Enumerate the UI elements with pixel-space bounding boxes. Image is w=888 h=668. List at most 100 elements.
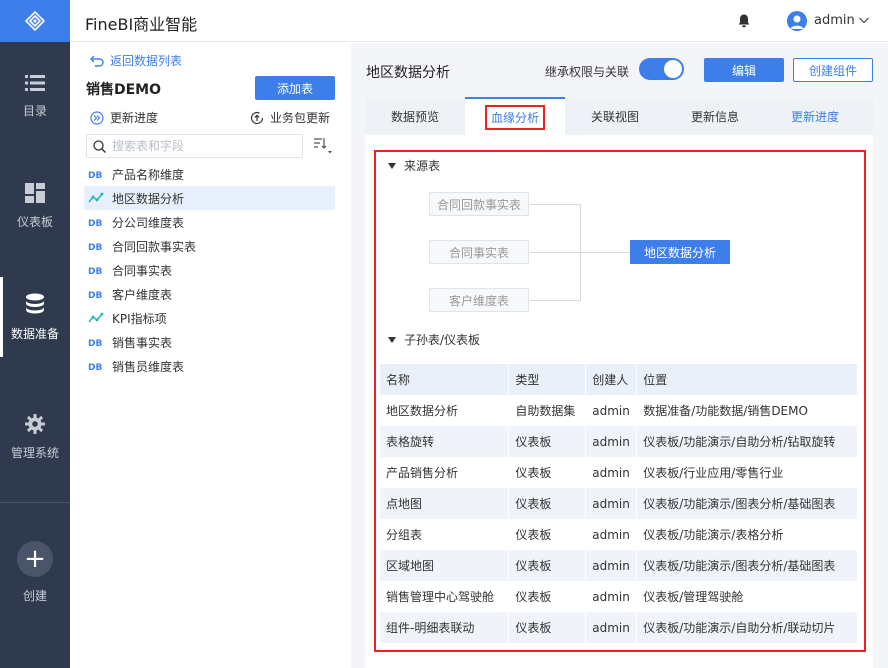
bell-icon[interactable] (738, 14, 750, 28)
table-name: 销售事实表 (112, 335, 173, 350)
inherit-label: 继承权限与关联 (545, 65, 630, 79)
tab-bar: 数据预览 血缘分析 关联视图 更新信息 更新进度 (365, 97, 873, 135)
toggle-knob (664, 60, 682, 78)
list-item[interactable]: DB 合同回款事实表 (84, 234, 335, 258)
child-table: 名称 类型 创建人 位置 地区数据分析 自助数据集 admin 数据准备/功能数… (380, 364, 858, 643)
source-node[interactable]: 合同回款事实表 (429, 192, 529, 216)
tab-update-progress[interactable]: 更新进度 (765, 97, 865, 135)
analysis-table-icon (88, 192, 104, 203)
svg-text:DB: DB (88, 267, 102, 275)
caret-down-icon (388, 336, 396, 343)
table-name: 地区数据分析 (112, 191, 185, 206)
nav-create[interactable]: + 创建 (0, 532, 70, 612)
list-item[interactable]: DB 合同事实表 (84, 258, 335, 282)
table-row[interactable]: 分组表 仪表板 admin 仪表板/功能演示/表格分析 (380, 519, 858, 550)
app-title: FineBI商业智能 (85, 15, 198, 34)
table-row[interactable]: 产品销售分析 仪表板 admin 仪表板/行业应用/零售行业 (380, 457, 858, 488)
table-name: KPI指标项 (112, 311, 167, 326)
cell-name: 表格旋转 (380, 426, 510, 457)
list-item[interactable]: KPI指标项 (84, 306, 335, 330)
inherit-toggle[interactable] (639, 58, 684, 80)
table-row[interactable]: 销售管理中心驾驶舱 仪表板 admin 仪表板/管理驾驶舱 (380, 581, 858, 612)
cell-type: 仪表板 (508, 550, 587, 581)
cell-type: 仪表板 (508, 457, 587, 488)
cell-name: 区域地图 (380, 550, 510, 581)
db-table-icon: DB (88, 171, 102, 179)
cell-type: 仪表板 (508, 519, 587, 550)
cell-type: 仪表板 (508, 488, 587, 519)
avatar[interactable] (787, 11, 807, 31)
nav-data-prep[interactable]: 数据准备 (0, 277, 70, 357)
source-section-label: 来源表 (404, 159, 441, 173)
table-panel: 返回数据列表 销售DEMO 添加表 更新进度 业务包更新 DB (70, 43, 350, 668)
table-row[interactable]: 区域地图 仪表板 admin 仪表板/功能演示/图表分析/基础图表 (380, 550, 858, 581)
cell-name: 销售管理中心驾驶舱 (380, 581, 510, 612)
logo[interactable] (0, 0, 70, 42)
progress-icon (90, 110, 104, 125)
nav-admin[interactable]: 管理系统 (0, 397, 70, 477)
table-name: 产品名称维度 (112, 167, 185, 182)
svg-text:DB: DB (88, 219, 102, 227)
search-input[interactable] (112, 139, 292, 153)
cell-name: 组件-明细表联动 (380, 612, 510, 643)
table-list: DB 产品名称维度 地区数据分析 DB 分公司维度表 DB 合同回款事实表 DB… (84, 162, 335, 378)
tab-relation-view[interactable]: 关联视图 (565, 97, 665, 135)
list-item[interactable]: DB 销售事实表 (84, 330, 335, 354)
svg-text:DB: DB (88, 363, 102, 371)
cell-creator: admin (585, 519, 638, 550)
cell-name: 分组表 (380, 519, 510, 550)
user-name[interactable]: admin (814, 13, 855, 28)
nav-divider (0, 502, 70, 503)
add-table-button[interactable]: 添加表 (255, 76, 335, 100)
cell-location: 仪表板/功能演示/图表分析/基础图表 (636, 488, 858, 519)
cell-location: 仪表板/行业应用/零售行业 (636, 457, 858, 488)
search-box[interactable] (86, 134, 303, 158)
cell-creator: admin (585, 426, 638, 457)
list-item[interactable]: DB 销售员维度表 (84, 354, 335, 378)
nav-dashboard[interactable]: 仪表板 (0, 166, 70, 246)
chevron-down-icon[interactable] (858, 14, 870, 26)
tab-lineage[interactable]: 血缘分析 (465, 97, 565, 135)
update-progress-link[interactable]: 更新进度 (90, 109, 158, 126)
edit-button[interactable]: 编辑 (704, 58, 784, 82)
tab-update-info[interactable]: 更新信息 (665, 97, 765, 135)
back-arrow-icon (90, 55, 104, 67)
analysis-table-icon (88, 312, 104, 323)
table-row[interactable]: 表格旋转 仪表板 admin 仪表板/功能演示/自助分析/钻取旋转 (380, 426, 858, 457)
cell-location: 数据准备/功能数据/销售DEMO (636, 395, 858, 426)
cell-location: 仪表板/功能演示/图表分析/基础图表 (636, 550, 858, 581)
table-row[interactable]: 地区数据分析 自助数据集 admin 数据准备/功能数据/销售DEMO (380, 395, 858, 426)
list-item[interactable]: 地区数据分析 (84, 186, 335, 210)
target-node[interactable]: 地区数据分析 (630, 240, 730, 264)
source-node[interactable]: 合同事实表 (429, 240, 529, 264)
sort-icon[interactable] (313, 137, 333, 155)
business-update-link[interactable]: 业务包更新 (250, 109, 330, 126)
cell-creator: admin (585, 612, 638, 643)
child-section-header[interactable]: 子孙表/仪表板 (388, 331, 480, 348)
db-table-icon: DB (88, 243, 102, 251)
cell-creator: admin (585, 550, 638, 581)
user-icon (790, 15, 804, 29)
table-name: 合同事实表 (112, 263, 173, 278)
table-row[interactable]: 点地图 仪表板 admin 仪表板/功能演示/图表分析/基础图表 (380, 488, 858, 519)
table-name: 销售员维度表 (112, 359, 185, 374)
cell-name: 产品销售分析 (380, 457, 510, 488)
nav-create-label: 创建 (22, 588, 47, 603)
list-item[interactable]: DB 客户维度表 (84, 282, 335, 306)
back-to-list-link[interactable]: 返回数据列表 (90, 52, 182, 69)
connector (530, 204, 580, 205)
col-header-type: 类型 (508, 364, 587, 395)
source-node[interactable]: 客户维度表 (429, 288, 529, 312)
create-component-button[interactable]: 创建组件 (793, 58, 873, 82)
nav-catalog[interactable]: 目录 (0, 56, 70, 136)
list-item[interactable]: DB 产品名称维度 (84, 162, 335, 186)
table-row[interactable]: 组件-明细表联动 仪表板 admin 仪表板/功能演示/自助分析/联动切片 (380, 612, 858, 643)
dashboard-icon (25, 182, 45, 203)
cell-type: 仪表板 (508, 581, 587, 612)
tab-data-preview[interactable]: 数据预览 (365, 97, 465, 135)
source-section-header[interactable]: 来源表 (388, 157, 440, 174)
back-link-label: 返回数据列表 (110, 54, 183, 68)
list-item[interactable]: DB 分公司维度表 (84, 210, 335, 234)
svg-text:DB: DB (88, 171, 102, 179)
gear-icon (25, 413, 45, 434)
